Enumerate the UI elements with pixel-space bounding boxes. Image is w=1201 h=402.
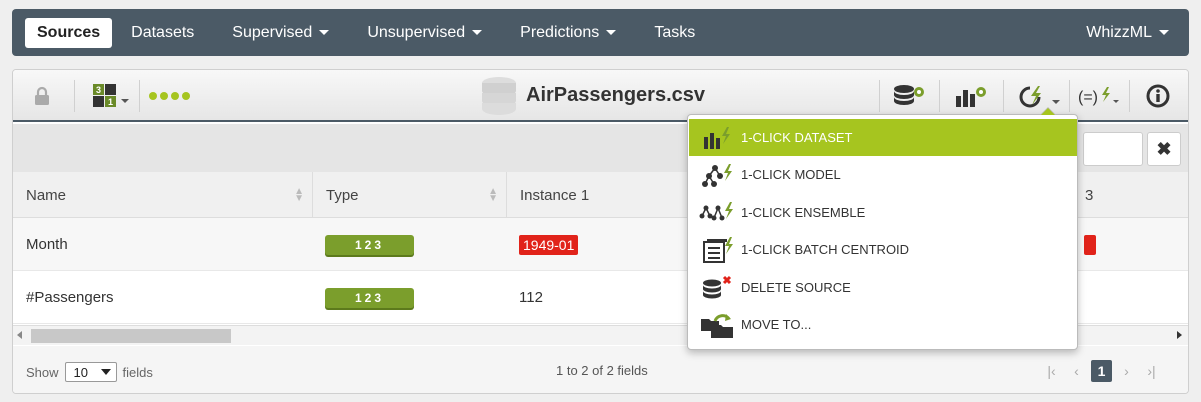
fields-label: fields: [122, 364, 153, 380]
prev-page-button[interactable]: ‹: [1066, 360, 1087, 382]
nav-predictions-label: Predictions: [520, 23, 600, 41]
page-title: AirPassengers.csv: [526, 84, 706, 106]
nav-sources-label: Sources: [37, 23, 101, 41]
menu-item-move-to[interactable]: MOVE TO...: [689, 306, 1077, 343]
scroll-right-icon[interactable]: [1177, 331, 1182, 339]
column-header-name[interactable]: Name ▲ ▼: [13, 172, 313, 218]
numeric-type-badge: 123: [325, 287, 414, 308]
database-icon[interactable]: [891, 83, 927, 109]
progress-dots-icon: [147, 83, 195, 109]
menu-item-1-click-ensemble[interactable]: 1-CLICK ENSEMBLE: [689, 194, 1077, 231]
menu-item-label: 1-CLICK MODEL: [741, 167, 841, 182]
menu-item-1-click-dataset[interactable]: 1-CLICK DATASET: [689, 119, 1077, 156]
menu-item-label: MOVE TO...: [741, 317, 812, 332]
batch-centroid-bolt-icon: [697, 235, 737, 265]
column-header-type[interactable]: Type ▲ ▼: [313, 172, 507, 218]
svg-text:1: 1: [108, 97, 113, 107]
nav-datasets-label: Datasets: [131, 23, 195, 41]
menu-item-label: 1-CLICK ENSEMBLE: [741, 205, 866, 220]
column-header-label: 3: [1085, 186, 1094, 204]
show-label: Show: [26, 364, 59, 380]
nav-tasks[interactable]: Tasks: [635, 18, 714, 48]
info-icon[interactable]: [1145, 83, 1171, 109]
last-page-button[interactable]: ›|: [1141, 360, 1162, 382]
menu-item-label: 1-CLICK BATCH CENTROID: [741, 242, 910, 257]
scroll-left-icon[interactable]: [17, 331, 22, 339]
menu-item-1-click-model[interactable]: 1-CLICK MODEL: [689, 156, 1077, 193]
column-header-instance1: Instance 1: [507, 172, 687, 218]
chevron-down-icon: [100, 369, 111, 375]
chart-config-icon[interactable]: [953, 83, 989, 109]
top-navbar: Sources Datasets Supervised Unsupervised…: [12, 9, 1189, 56]
nav-unsupervised[interactable]: Unsupervised: [348, 18, 501, 48]
svg-text:(=): (=): [1078, 89, 1098, 106]
scrollbar-thumb[interactable]: [31, 329, 231, 343]
first-page-button[interactable]: |‹: [1041, 360, 1062, 382]
column-header-label: Type: [326, 186, 359, 204]
nav-supervised[interactable]: Supervised: [213, 18, 348, 48]
nav-datasets[interactable]: Datasets: [112, 18, 213, 48]
move-folder-icon: [697, 310, 737, 340]
search-input[interactable]: [1083, 132, 1143, 166]
nav-sources[interactable]: Sources: [25, 17, 113, 48]
page-size-select[interactable]: 10: [64, 362, 117, 382]
lock-icon[interactable]: [33, 83, 51, 109]
caret-down-icon: [472, 30, 483, 35]
dataset-bolt-icon: [697, 123, 737, 153]
ensemble-bolt-icon: [697, 198, 737, 228]
nav-predictions[interactable]: Predictions: [501, 18, 635, 48]
caret-down-icon: [319, 30, 330, 35]
field-name: Month: [26, 236, 68, 253]
page-info: 1 to 2 of 2 fields: [556, 363, 648, 378]
nav-unsupervised-label: Unsupervised: [367, 23, 466, 41]
sort-icon[interactable]: ▲ ▼: [488, 187, 498, 204]
formula-icon[interactable]: (=): [1077, 83, 1121, 109]
one-click-dropdown-menu: 1-CLICK DATASET 1-CLICK MODEL 1-CLICK EN…: [687, 107, 1078, 350]
clear-search-button[interactable]: ✖: [1147, 132, 1181, 166]
menu-item-label: DELETE SOURCE: [741, 280, 851, 295]
caret-down-icon: [1159, 30, 1169, 35]
table-footer: Show 10 fields 1 to 2 of 2 fields |‹ ‹ 1…: [13, 346, 1188, 393]
delete-source-icon: [697, 273, 737, 303]
column-header-label: Name: [26, 186, 67, 204]
nav-tasks-label: Tasks: [654, 23, 696, 41]
instance1-cell: 1949-01: [506, 218, 579, 271]
nav-whizzml[interactable]: WhizzML: [1080, 18, 1175, 48]
page-size-control: Show 10 fields: [26, 362, 153, 382]
type-cell: 123: [312, 271, 414, 324]
menu-item-delete-source[interactable]: DELETE SOURCE: [689, 269, 1077, 306]
nav-whizzml-label: WhizzML: [1086, 23, 1152, 41]
nav-supervised-label: Supervised: [232, 23, 313, 41]
source-database-icon: [479, 76, 519, 116]
menu-item-1-click-batch-centroid[interactable]: 1-CLICK BATCH CENTROID: [689, 231, 1077, 268]
next-page-button[interactable]: ›: [1116, 360, 1137, 382]
field-name: #Passengers: [26, 289, 114, 306]
page-size-value: 10: [73, 364, 88, 380]
one-click-icon[interactable]: [1017, 83, 1063, 109]
close-icon: ✖: [1156, 138, 1172, 159]
model-bolt-icon: [697, 160, 737, 190]
current-page-button[interactable]: 1: [1091, 360, 1112, 382]
column-header-label: Instance 1: [520, 186, 590, 204]
caret-down-icon: [606, 30, 617, 35]
numeric-type-badge: 123: [325, 234, 414, 255]
pagination: |‹ ‹ 1 › ›|: [1041, 360, 1162, 382]
svg-text:3: 3: [96, 85, 101, 95]
type-cell: 123: [312, 218, 414, 271]
sort-icon[interactable]: ▲ ▼: [294, 187, 304, 204]
error-value-badge: 1949-01: [519, 234, 579, 255]
menu-item-label: 1-CLICK DATASET: [741, 130, 853, 145]
type-config-icon[interactable]: 31: [91, 83, 131, 109]
error-value-badge: [1084, 234, 1096, 255]
column-header-instance3: 3: [1083, 172, 1143, 218]
instance1-value: 112: [519, 289, 543, 306]
